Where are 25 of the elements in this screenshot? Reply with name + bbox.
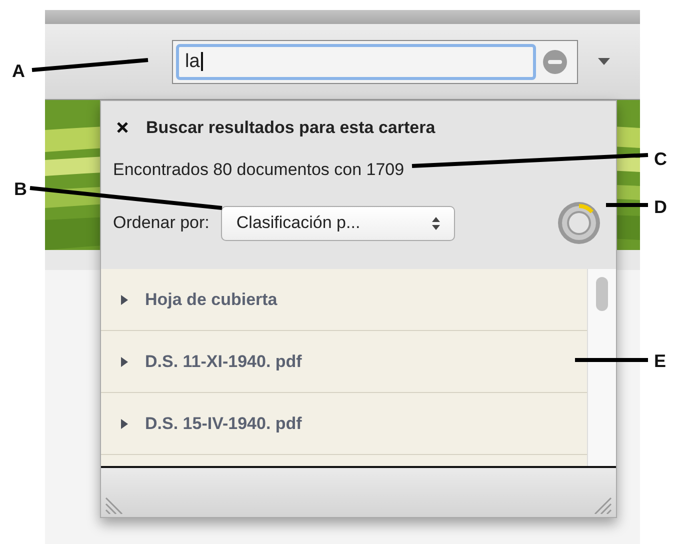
search-field[interactable]: la xyxy=(172,40,578,84)
result-row[interactable]: D.S. 11-XI-1940. pdf xyxy=(101,331,587,393)
dropdown-caret-icon[interactable] xyxy=(598,58,610,66)
callout-label: D xyxy=(654,198,667,216)
result-name: D.S. 15-IV-1940. pdf xyxy=(145,412,302,435)
callout-label: B xyxy=(14,180,27,198)
callout-label: A xyxy=(12,62,25,80)
search-text: la xyxy=(185,52,203,71)
disclosure-triangle-icon[interactable] xyxy=(119,294,129,306)
scroll-thumb[interactable] xyxy=(596,277,608,311)
disclosure-triangle-icon[interactable] xyxy=(119,356,129,368)
disclosure-triangle-icon[interactable] xyxy=(119,418,129,430)
stepper-arrows-icon xyxy=(432,216,440,230)
sort-label: Ordenar por: xyxy=(113,212,210,234)
scrollbar[interactable] xyxy=(587,269,616,466)
panel-title: Buscar resultados para esta cartera xyxy=(146,117,436,139)
callout-label: E xyxy=(654,352,666,370)
callout-label: C xyxy=(654,150,667,168)
leader-line xyxy=(603,202,651,208)
result-name: D.S. 11-XI-1940. pdf xyxy=(145,350,302,373)
progress-ring-icon xyxy=(556,200,602,246)
results-summary: Encontrados 80 documentos con 1709 xyxy=(113,158,404,180)
sort-dropdown[interactable]: Clasificación p... xyxy=(221,206,456,240)
close-icon[interactable] xyxy=(117,122,128,134)
result-name: Hoja de cubierta xyxy=(145,288,278,311)
